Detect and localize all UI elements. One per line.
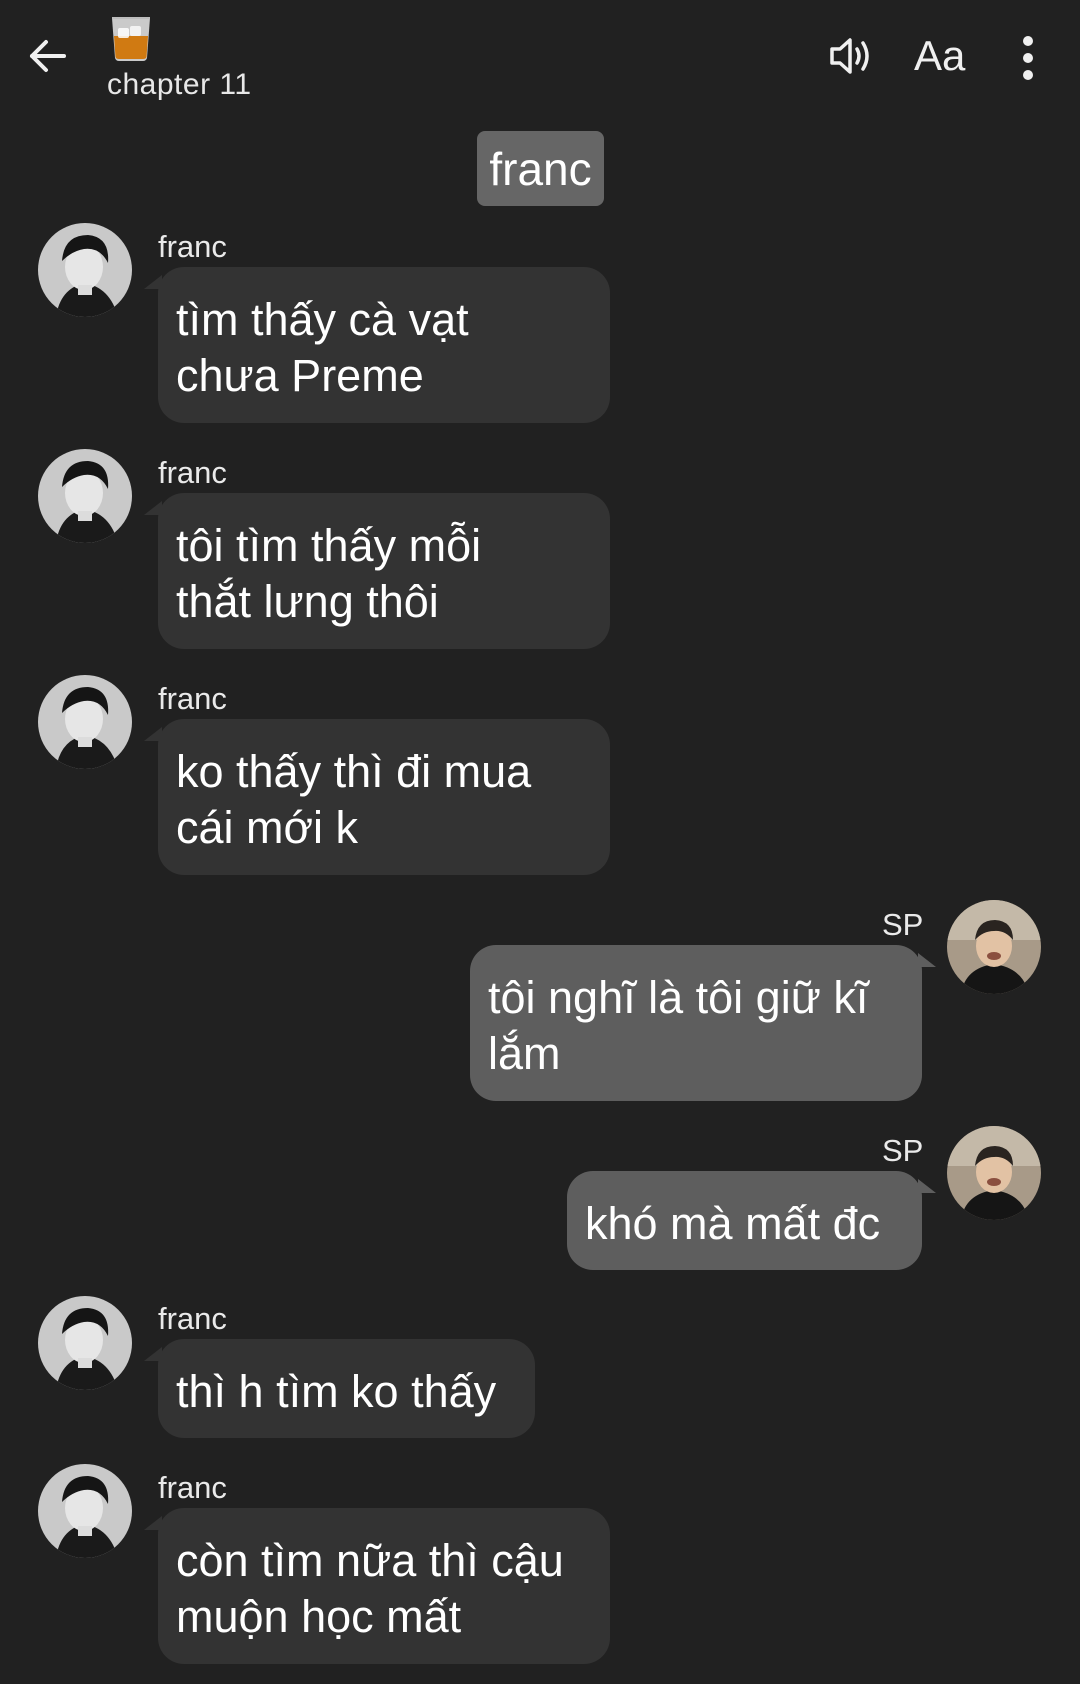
avatar-franc[interactable] [38,223,132,317]
sender-name: franc [158,1470,227,1505]
speaker-icon[interactable] [828,34,876,78]
message-bubble[interactable]: khó mà mất đc [567,1171,936,1270]
message-text: khó mà mất đc [585,1198,881,1249]
message-text: thì h tìm ko thấy [176,1366,497,1417]
sender-name: franc [158,1301,227,1336]
sender-name: franc [158,229,227,264]
message-bubble[interactable]: tìm thấy cà vạt chưa Preme [144,267,610,423]
message-text: tìm thấy cà vạt [176,294,469,345]
message-bubble[interactable]: tôi tìm thấy mỗi thắt lưng thôi [144,493,610,649]
sender-name: SP [882,907,924,942]
avatar-sp[interactable] [947,1126,1041,1220]
chapter-chip: franc [477,131,604,206]
message-text: còn tìm nữa thì cậu [176,1535,564,1586]
avatar-franc[interactable] [38,449,132,543]
chat-header: chapter 11 Aa [0,0,1080,115]
message-bubble[interactable]: tôi nghĩ là tôi giữ kĩ lắm [470,945,936,1101]
message-text: thắt lưng thôi [176,576,439,627]
message-text: tôi nghĩ là tôi giữ kĩ [488,972,869,1023]
sender-name: SP [882,1133,924,1168]
message-text: cái mới k [176,802,359,853]
sender-name: franc [158,681,227,716]
message-text: chưa Preme [176,350,424,401]
whiskey-glass-icon [108,14,154,64]
avatar-sp[interactable] [947,900,1041,994]
chat-title: chapter 11 [107,68,252,101]
avatar-franc[interactable] [38,1464,132,1558]
message-text: lắm [488,1028,561,1079]
message-text: ko thấy thì đi mua [176,746,532,797]
message-bubble[interactable]: còn tìm nữa thì cậu muộn học mất [144,1508,610,1664]
font-size-button[interactable]: Aa [914,32,965,80]
avatar-franc[interactable] [38,1296,132,1390]
message-text: muộn học mất [176,1591,462,1642]
back-arrow-icon[interactable] [26,34,70,78]
sender-name: franc [158,455,227,490]
message-text: tôi tìm thấy mỗi [176,520,482,571]
message-bubble[interactable]: thì h tìm ko thấy [144,1339,535,1438]
more-vertical-icon[interactable] [1016,34,1040,82]
message-bubble[interactable]: ko thấy thì đi mua cái mới k [144,719,610,875]
avatar-franc[interactable] [38,675,132,769]
